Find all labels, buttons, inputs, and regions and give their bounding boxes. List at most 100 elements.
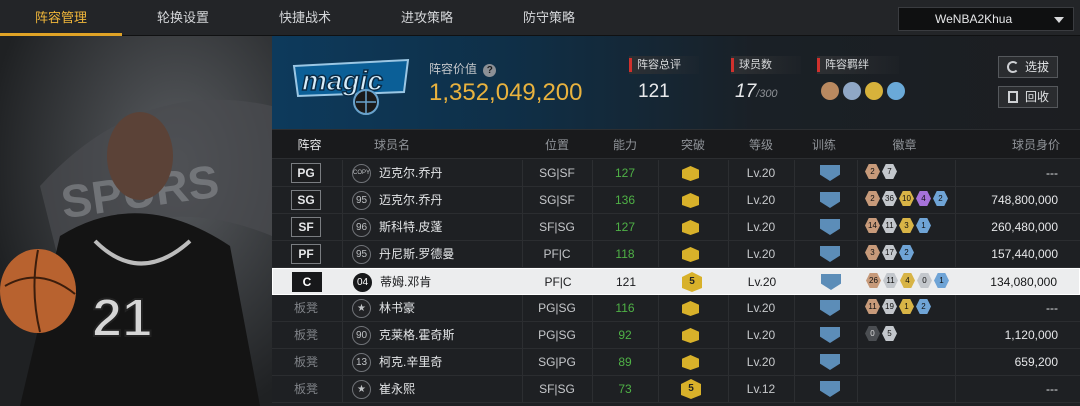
column-divider [794, 187, 795, 213]
synergy-icon-3[interactable] [865, 82, 883, 100]
player-name[interactable]: 柯克.辛里奇 [379, 349, 442, 375]
column-divider [342, 160, 343, 186]
training-shield-icon[interactable] [820, 381, 840, 397]
pick-button[interactable]: 选拔 [998, 56, 1058, 78]
recycle-button[interactable]: 回收 [998, 86, 1058, 108]
player-name[interactable]: 蒂姆.邓肯 [380, 269, 431, 295]
slot-badge[interactable]: PF [291, 244, 321, 264]
badge-icon[interactable]: 2 [916, 299, 931, 314]
training-shield-icon[interactable] [820, 327, 840, 343]
table-row[interactable]: 板凳 13 柯克.辛里奇 SG|PG 89 Lv.20 659,200 [272, 349, 1080, 376]
badge-icon[interactable]: 4 [916, 191, 931, 206]
breakthrough-crown-icon[interactable] [682, 247, 699, 262]
training-shield-icon[interactable] [820, 246, 840, 262]
overall-value: 121 [638, 81, 670, 102]
badge-icon[interactable]: 10 [899, 191, 914, 206]
breakthrough-crown-icon[interactable] [682, 301, 699, 316]
table-row[interactable]: C 04 蒂姆.邓肯 PF|C 121 5 Lv.20 26 11 4 0 1 134,080,000 [272, 268, 1080, 295]
tab-0[interactable]: 阵容管理 [0, 0, 122, 36]
slot-badge[interactable]: C [292, 272, 322, 292]
training-shield-icon[interactable] [821, 274, 841, 290]
badge-icon[interactable]: 0 [865, 326, 880, 341]
badge-icon[interactable]: 1 [934, 273, 949, 288]
badge-icon[interactable]: 26 [866, 273, 881, 288]
training-shield-icon[interactable] [820, 300, 840, 316]
tab-3[interactable]: 进攻策略 [366, 0, 488, 36]
badge-list: 26 11 4 0 1 [866, 273, 951, 291]
breakthrough-crown-icon[interactable]: 5 [681, 379, 701, 399]
table-row[interactable]: SG 95 迈克尔.乔丹 SG|SF 136 Lv.20 2 36 10 4 2 748,800,00… [272, 187, 1080, 214]
tab-4[interactable]: 防守策略 [488, 0, 610, 36]
breakthrough-crown-icon[interactable]: 5 [682, 272, 702, 292]
table-row[interactable]: 板凳 ★ 崔永熙 SF|SG 73 5 Lv.12 --- [272, 376, 1080, 403]
player-name[interactable]: 崔永熙 [379, 376, 415, 402]
breakthrough-crown-icon[interactable] [682, 166, 699, 181]
player-name[interactable]: 迈克尔.乔丹 [379, 160, 442, 186]
badge-icon[interactable]: 11 [883, 273, 898, 288]
slot-badge[interactable]: SG [291, 190, 321, 210]
player-count-max: /300 [756, 88, 778, 100]
player-name[interactable]: 丹尼斯.罗德曼 [379, 241, 454, 267]
breakthrough-crown-icon[interactable] [682, 355, 699, 370]
training-shield-icon[interactable] [820, 165, 840, 181]
synergy-icon-1[interactable] [821, 82, 839, 100]
chevron-down-icon[interactable] [1054, 17, 1064, 23]
badge-icon[interactable]: 2 [933, 191, 948, 206]
badge-icon[interactable]: 11 [882, 218, 897, 233]
breakthrough-crown-icon[interactable] [682, 328, 699, 343]
player-name[interactable]: 斯科特.皮蓬 [379, 214, 442, 240]
badge-list: 2 36 10 4 2 [865, 191, 950, 209]
breakthrough-crown-icon[interactable] [682, 193, 699, 208]
badge-icon[interactable]: 7 [882, 164, 897, 179]
badge-icon[interactable]: 17 [882, 245, 897, 260]
badge-icon[interactable]: 2 [865, 164, 880, 179]
breakthrough-crown-icon[interactable] [682, 220, 699, 235]
badge-icon[interactable]: 5 [882, 326, 897, 341]
level: Lv.20 [746, 355, 776, 369]
badge-icon[interactable]: 11 [865, 299, 880, 314]
ability: 121 [615, 275, 637, 289]
table-row[interactable]: PG COPY 迈克尔.乔丹 SG|SF 127 Lv.20 2 7 --- [272, 160, 1080, 187]
training-shield-icon[interactable] [820, 354, 840, 370]
synergy-icon-4[interactable] [887, 82, 905, 100]
table-row[interactable]: 板凳 ★ 林书豪 PG|SG 116 Lv.20 11 19 1 2 --- [272, 295, 1080, 322]
badge-list: 27 [865, 164, 899, 182]
column-divider [857, 295, 858, 321]
badge-icon[interactable]: 14 [865, 218, 880, 233]
badge-icon[interactable]: 2 [865, 191, 880, 206]
player-value: 659,200 [1014, 355, 1058, 369]
badge-icon[interactable]: 2 [899, 245, 914, 260]
slot-badge[interactable]: PG [291, 163, 321, 183]
table-row[interactable]: 板凳 90 克莱格.霍奇斯 PG|SG 92 Lv.20 0 5 1,120,000 [272, 322, 1080, 349]
badge-icon[interactable]: 19 [882, 299, 897, 314]
column-divider [658, 241, 659, 267]
training-shield-icon[interactable] [820, 192, 840, 208]
tab-1[interactable]: 轮换设置 [122, 0, 244, 36]
player-value: 134,080,000 [990, 275, 1057, 289]
player-name[interactable]: 迈克尔.乔丹 [379, 187, 442, 213]
slot-badge[interactable]: SF [291, 217, 321, 237]
badge-icon[interactable]: 3 [899, 218, 914, 233]
tab-2[interactable]: 快捷战术 [244, 0, 366, 36]
badge-icon[interactable]: 1 [916, 218, 931, 233]
jersey-number-icon: 90 [352, 326, 371, 345]
badge-icon[interactable]: 4 [900, 273, 915, 288]
column-divider [955, 241, 956, 267]
account-select[interactable]: WeNBA2Khua [898, 7, 1074, 31]
column-divider [342, 187, 343, 213]
badge-icon[interactable]: 0 [917, 273, 932, 288]
table-row[interactable]: PF 95 丹尼斯.罗德曼 PF|C 118 Lv.20 3 17 2 157,440,000 [272, 241, 1080, 268]
refresh-icon [1007, 61, 1019, 73]
help-icon[interactable]: ? [483, 64, 497, 77]
account-name: WeNBA2Khua [935, 12, 1013, 26]
badge-icon[interactable]: 1 [899, 299, 914, 314]
player-name[interactable]: 林书豪 [379, 295, 415, 321]
badge-icon[interactable]: 36 [882, 191, 897, 206]
player-value: --- [1046, 166, 1058, 180]
player-name[interactable]: 克莱格.霍奇斯 [379, 322, 454, 348]
badge-icon[interactable]: 3 [865, 245, 880, 260]
training-shield-icon[interactable] [820, 219, 840, 235]
table-row[interactable]: SF 96 斯科特.皮蓬 SF|SG 127 Lv.20 14 11 3 1 260,480,000 [272, 214, 1080, 241]
position: SF|SG [539, 382, 575, 396]
synergy-icon-2[interactable] [843, 82, 861, 100]
